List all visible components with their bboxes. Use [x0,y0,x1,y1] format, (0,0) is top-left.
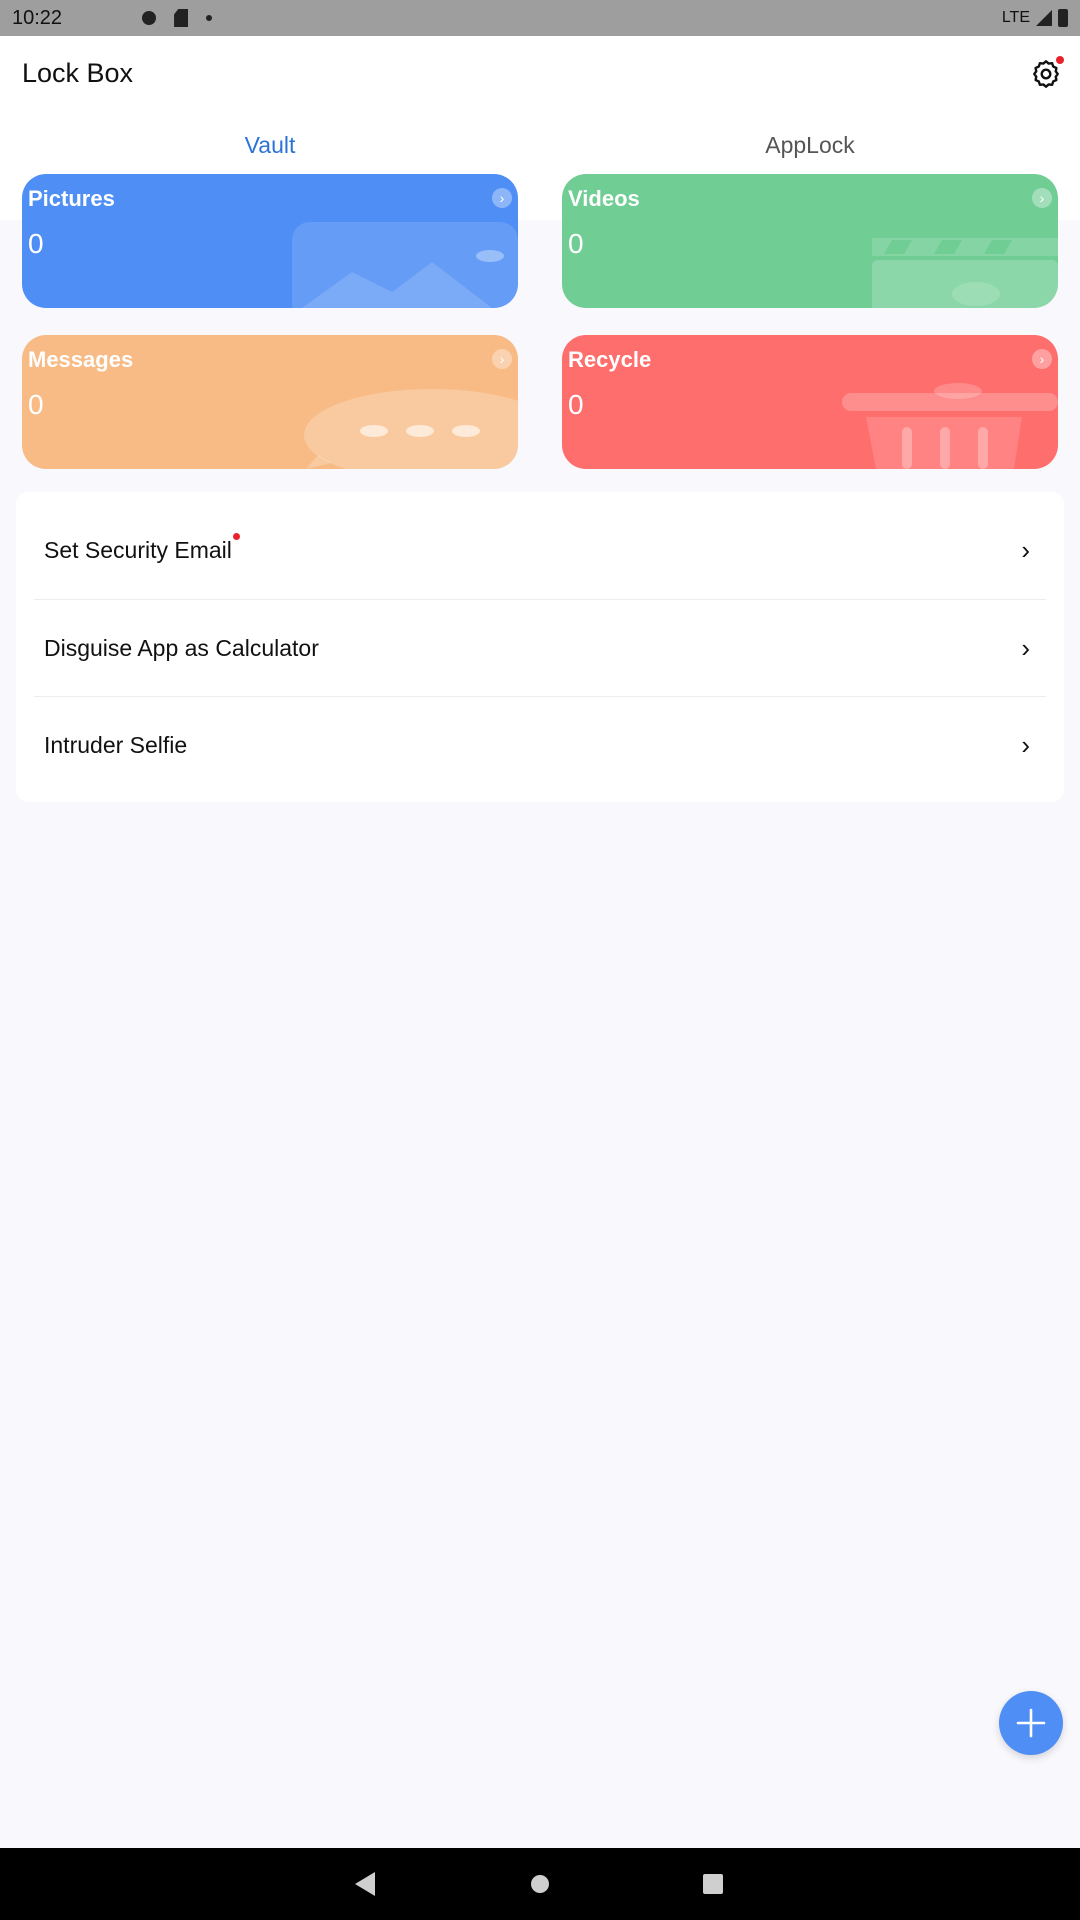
settings-button[interactable] [1026,54,1066,94]
chevron-right-icon: › [1032,188,1052,208]
back-icon[interactable] [355,1872,375,1896]
tab-applock[interactable]: AppLock [540,116,1080,174]
tab-vault[interactable]: Vault [0,116,540,174]
videos-title: Videos [568,186,640,211]
chevron-right-icon: › [492,188,512,208]
chevron-right-icon: › [1021,632,1030,663]
messages-title: Messages [28,347,134,372]
videos-card[interactable]: Videos 0 › [562,174,1058,308]
chevron-right-icon: › [1021,729,1030,760]
add-button[interactable] [999,1691,1063,1755]
list-item-label: Set Security Email [44,533,240,564]
signal-icon [1036,10,1052,26]
messages-count: 0 [28,389,44,420]
chevron-right-icon: › [1032,349,1052,369]
status-time: 10:22 [12,6,63,29]
system-nav-bar [0,1848,1080,1920]
videos-count: 0 [568,228,584,259]
recycle-count: 0 [568,389,584,420]
tab-bar: Vault AppLock [0,116,1080,174]
clapperboard-icon [872,238,1058,308]
security-email-label: Set Security Email [44,537,232,563]
chevron-right-icon: › [492,349,512,369]
more-notifications-icon [206,15,213,21]
list-item-intruder-selfie[interactable]: Intruder Selfie › [34,696,1046,793]
system-icons: LTE [1002,9,1068,27]
recycle-card[interactable]: Recycle 0 › [562,335,1058,469]
pictures-count: 0 [28,228,44,259]
pictures-title: Pictures [28,186,115,211]
picture-icon [292,222,518,308]
new-badge [232,533,240,540]
list-item-security-email[interactable]: Set Security Email › [34,502,1046,599]
recycle-title: Recycle [568,347,652,372]
sd-card-icon [174,9,189,27]
list-item-label: Disguise App as Calculator [44,634,319,661]
trash-icon [842,383,1058,469]
home-icon[interactable] [531,1875,549,1893]
network-type: LTE [1001,9,1030,26]
chevron-right-icon: › [1021,535,1030,565]
status-bar: 10:22 LTE [0,0,1080,36]
settings-badge [1056,56,1064,64]
list-item-label: Intruder Selfie [44,731,188,758]
app-title: Lock Box [22,58,134,88]
chat-bubble-icon [304,389,518,469]
notification-icons [142,9,213,27]
notification-icon [142,11,157,25]
plus-icon [1016,1708,1046,1738]
list-item-disguise-app[interactable]: Disguise App as Calculator › [34,599,1046,696]
messages-card[interactable]: Messages 0 › [22,335,518,469]
settings-list: Set Security Email › Disguise App as Cal… [16,492,1064,802]
pictures-card[interactable]: Pictures 0 › [22,174,518,308]
recents-icon[interactable] [703,1874,723,1894]
battery-icon [1058,9,1068,27]
